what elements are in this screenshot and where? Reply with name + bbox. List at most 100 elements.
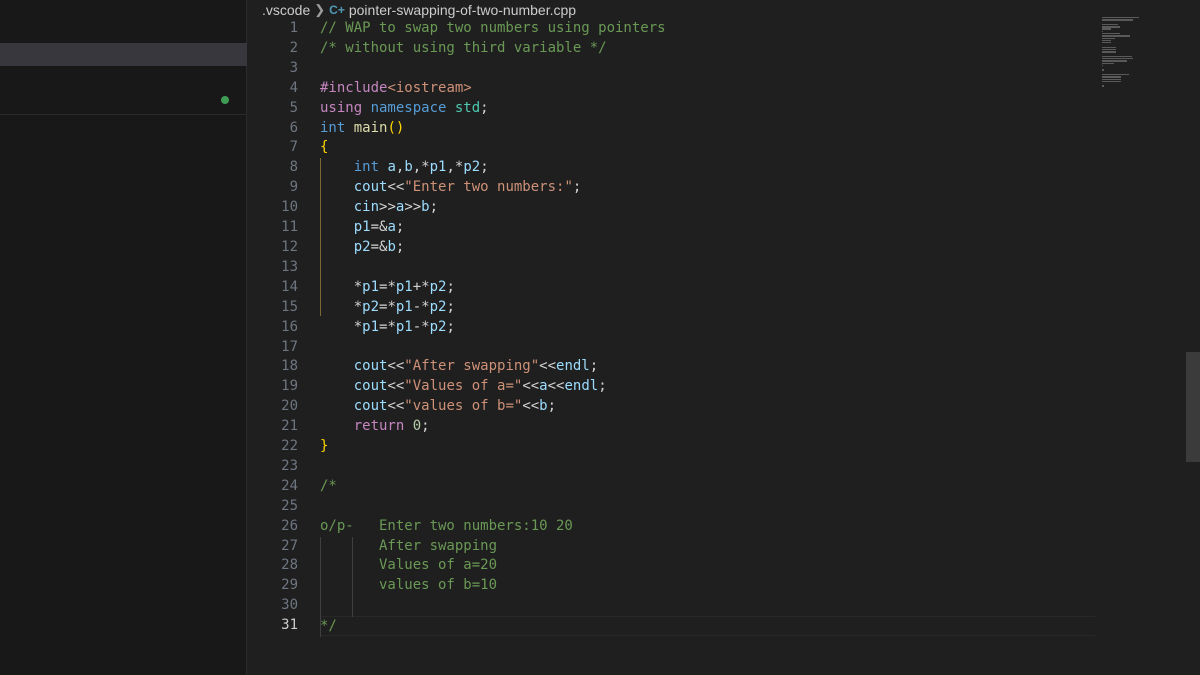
line-number: 29 xyxy=(281,577,298,594)
minimap-line xyxy=(1102,42,1111,44)
line-number: 11 xyxy=(281,219,298,236)
code-line[interactable] xyxy=(320,338,1180,358)
chevron-right-icon: ❯ xyxy=(314,2,326,17)
line-number: 23 xyxy=(281,457,298,474)
line-number: 8 xyxy=(289,159,298,176)
code-line[interactable]: cin>>a>>b; xyxy=(320,198,1180,218)
code-line[interactable]: *p2=*p1-*p2; xyxy=(320,298,1180,318)
code-token: endl xyxy=(556,358,590,375)
line-number: 5 xyxy=(289,99,298,116)
line-number: 3 xyxy=(289,59,298,76)
line-number: 9 xyxy=(289,179,298,196)
code-token: >> xyxy=(404,199,422,216)
code-line[interactable]: int main() xyxy=(320,119,1180,139)
line-number: 10 xyxy=(281,199,298,216)
minimap-line xyxy=(1102,74,1129,76)
breadcrumb-folder[interactable]: .vscode xyxy=(262,0,310,20)
code-token: Values of a=20 xyxy=(320,557,498,574)
scrollbar-thumb[interactable] xyxy=(1186,352,1200,462)
code-token: ; xyxy=(429,199,439,216)
code-token: p2 xyxy=(362,298,380,315)
minimap-line xyxy=(1102,28,1111,30)
code-token: 0 xyxy=(412,418,422,435)
code-line[interactable] xyxy=(320,497,1180,517)
code-line[interactable] xyxy=(320,457,1180,477)
code-line[interactable]: { xyxy=(320,138,1180,158)
code-line[interactable]: After swapping xyxy=(320,537,1180,557)
code-line[interactable]: o/p- Enter two numbers:10 20 xyxy=(320,517,1180,537)
code-token: p1 xyxy=(353,219,371,236)
code-token: ; xyxy=(480,99,489,116)
code-token: << xyxy=(539,358,557,375)
code-token: p1 xyxy=(395,318,413,335)
code-token: << xyxy=(387,398,405,415)
minimap-line xyxy=(1102,37,1115,39)
code-line[interactable] xyxy=(320,258,1180,278)
code-token: "Values of a=" xyxy=(404,378,523,395)
code-line[interactable]: #include<iostream> xyxy=(320,79,1180,99)
code-line[interactable]: } xyxy=(320,437,1180,457)
line-number: 19 xyxy=(281,378,298,395)
line-number: 2 xyxy=(289,39,298,56)
line-number: 30 xyxy=(281,597,298,614)
code-line[interactable]: cout<<"After swapping"<<endl; xyxy=(320,357,1180,377)
code-token: a xyxy=(387,219,396,236)
minimap-line xyxy=(1102,58,1133,60)
minimap-line xyxy=(1102,46,1117,49)
minimap-line xyxy=(1102,80,1121,83)
code-line[interactable]: int a,b,*p1,*p2; xyxy=(320,158,1180,178)
code-line[interactable] xyxy=(320,59,1180,79)
code-line[interactable]: using namespace std; xyxy=(320,99,1180,119)
code-line[interactable]: p2=&b; xyxy=(320,238,1180,258)
code-token: << xyxy=(547,378,565,395)
code-line[interactable]: Values of a=20 xyxy=(320,556,1180,576)
code-line[interactable]: cout<<"values of b="<<b; xyxy=(320,397,1180,417)
code-token: values of b=10 xyxy=(320,577,498,594)
code-token: +* xyxy=(412,278,430,295)
code-token: -* xyxy=(412,318,430,335)
code-token: namespace xyxy=(370,99,455,116)
minimap-line xyxy=(1102,69,1104,71)
code-line[interactable]: *p1=*p1-*p2; xyxy=(320,318,1180,338)
line-number: 12 xyxy=(281,238,298,255)
code-line[interactable] xyxy=(320,596,1180,616)
code-line[interactable]: cout<<"Enter two numbers:"; xyxy=(320,178,1180,198)
code-line[interactable]: cout<<"Values of a="<<a<<endl; xyxy=(320,377,1180,397)
modified-indicator-dot xyxy=(221,96,229,104)
code-area[interactable]: // WAP to swap two numbers using pointer… xyxy=(320,19,1180,637)
vertical-scrollbar[interactable] xyxy=(1186,0,1200,675)
indent-guide xyxy=(352,537,353,617)
code-line[interactable]: return 0; xyxy=(320,417,1180,437)
line-number: 18 xyxy=(281,358,298,375)
minimap-line xyxy=(1102,19,1133,21)
code-token: ; xyxy=(421,418,430,435)
code-line[interactable]: *p1=*p1+*p2; xyxy=(320,278,1180,298)
code-token: -* xyxy=(412,298,430,315)
code-token: * xyxy=(353,278,363,295)
explorer-selected-item[interactable] xyxy=(0,43,247,66)
indent-guide xyxy=(320,537,321,637)
code-token: << xyxy=(387,358,405,375)
code-line[interactable]: // WAP to swap two numbers using pointer… xyxy=(320,19,1180,39)
code-line[interactable]: /* xyxy=(320,477,1180,497)
code-token: a xyxy=(539,378,548,395)
code-line[interactable]: */ xyxy=(320,616,1095,637)
code-editor[interactable]: 1 2 3 4 5 6 7 8 9 10 11 12 13 14 15 16 17 18 19 20 21 22 23 24 2… xyxy=(248,19,1186,675)
code-token: cout xyxy=(353,378,388,395)
code-token: ; xyxy=(572,179,582,196)
line-number: 25 xyxy=(281,497,298,514)
code-line[interactable]: values of b=10 xyxy=(320,576,1180,596)
line-number: 4 xyxy=(289,79,298,96)
breadcrumb-file[interactable]: pointer-swapping-of-two-number.cpp xyxy=(349,0,576,20)
code-line[interactable]: /* without using third variable */ xyxy=(320,39,1180,59)
minimap-line xyxy=(1102,30,1103,33)
code-token: =* xyxy=(379,318,396,335)
line-number: 22 xyxy=(281,438,298,455)
minimap[interactable] xyxy=(1102,17,1142,87)
code-token: p2 xyxy=(353,238,371,255)
code-line[interactable]: p1=&a; xyxy=(320,218,1180,238)
